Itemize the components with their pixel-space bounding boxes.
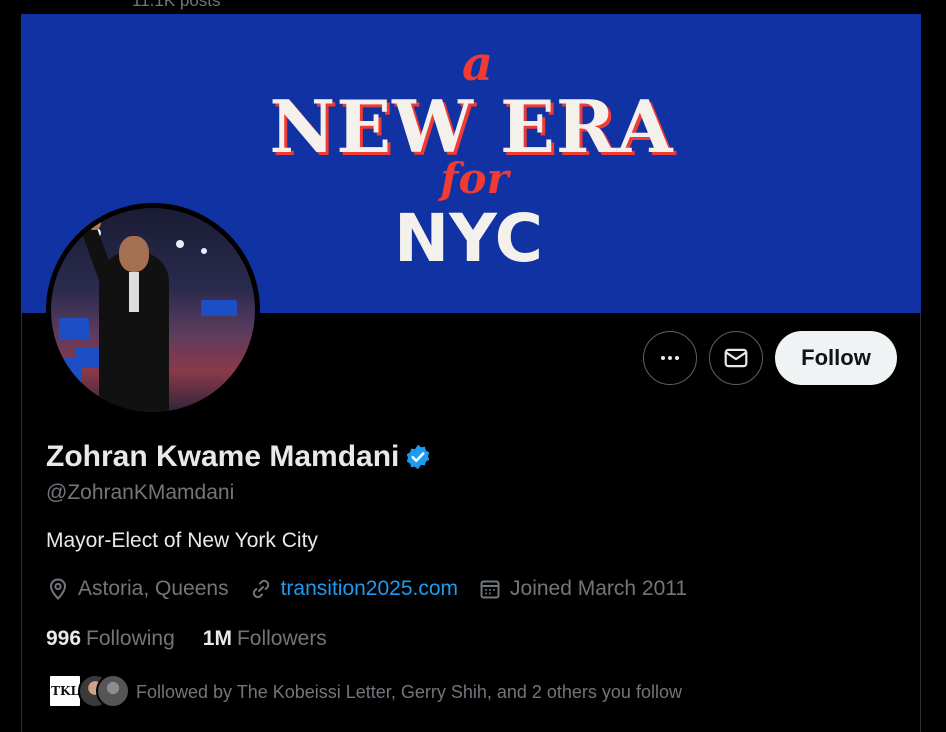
followed-by-text: Followed by The Kobeissi Letter, Gerry S… bbox=[136, 681, 682, 702]
website-item[interactable]: transition2025.com bbox=[249, 577, 458, 601]
posts-count: 11.1K posts bbox=[132, 0, 221, 10]
message-button[interactable] bbox=[709, 331, 763, 385]
follower-avatar bbox=[96, 674, 130, 708]
website-link[interactable]: transition2025.com bbox=[281, 577, 458, 601]
follower-avatar-tkl: TKL bbox=[48, 674, 82, 708]
following-stat[interactable]: 996 Following bbox=[46, 627, 175, 651]
profile-handle: @ZohranKMamdani bbox=[46, 481, 235, 504]
location-item: Astoria, Queens bbox=[46, 577, 229, 601]
followers-label: Followers bbox=[236, 627, 327, 650]
profile-column: a NEW ERA for NYC Follow Zohran Kwame Ma… bbox=[21, 14, 921, 732]
avatar-photo bbox=[51, 208, 255, 412]
profile-avatar[interactable] bbox=[46, 203, 260, 417]
more-horizontal-icon bbox=[661, 356, 679, 360]
top-header-strip: 11.1K posts bbox=[0, 0, 946, 14]
followed-by-avatars: TKL bbox=[46, 674, 136, 710]
joined-text: Joined March 2011 bbox=[510, 577, 688, 600]
location-pin-icon bbox=[49, 578, 67, 600]
profile-stats: 996 Following 1M Followers bbox=[46, 627, 355, 651]
verified-badge-icon[interactable] bbox=[404, 443, 432, 471]
more-options-button[interactable] bbox=[643, 331, 697, 385]
profile-meta: Astoria, Queens transition2025.com Joine… bbox=[46, 577, 707, 601]
followers-stat[interactable]: 1M Followers bbox=[203, 627, 327, 651]
profile-name-row: Zohran Kwame Mamdani bbox=[46, 440, 432, 474]
profile-name: Zohran Kwame Mamdani bbox=[46, 440, 400, 473]
following-count: 996 bbox=[46, 627, 82, 650]
envelope-icon bbox=[724, 348, 748, 368]
followers-count: 1M bbox=[202, 627, 232, 650]
link-icon bbox=[252, 579, 269, 599]
location-text: Astoria, Queens bbox=[78, 577, 229, 600]
joined-item: Joined March 2011 bbox=[478, 577, 687, 601]
following-label: Following bbox=[86, 627, 175, 650]
followed-by-row[interactable]: TKL Followed by The Kobeissi Letter, Ger… bbox=[46, 674, 682, 710]
banner-text-for: for bbox=[440, 154, 509, 203]
follow-button[interactable]: Follow bbox=[775, 331, 897, 385]
calendar-icon bbox=[480, 580, 500, 599]
profile-bio: Mayor-Elect of New York City bbox=[46, 529, 318, 552]
